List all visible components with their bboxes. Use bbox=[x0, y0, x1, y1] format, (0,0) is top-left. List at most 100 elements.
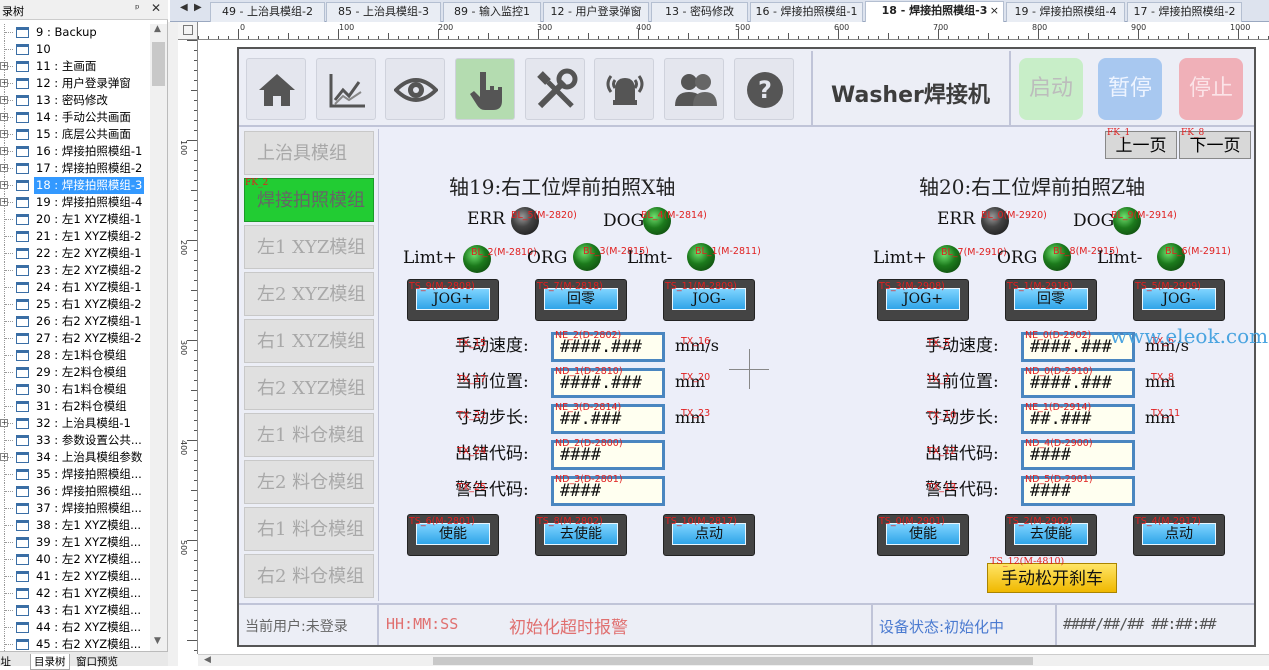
scroll-left-icon[interactable]: ◀ bbox=[204, 655, 211, 665]
scroll-down-icon[interactable]: ▼ bbox=[154, 636, 161, 646]
ruler-tick bbox=[418, 36, 419, 39]
menu-item[interactable]: 左2 XYZ模组 bbox=[244, 272, 374, 316]
pause-button[interactable]: 暂停 bbox=[1098, 58, 1162, 120]
home-icon bbox=[259, 74, 295, 106]
tree-item[interactable]: 43 : 右1 XYZ模组... bbox=[0, 602, 150, 619]
tree-item[interactable]: 27 : 右2 XYZ模组-2 bbox=[0, 330, 150, 347]
tree-scrollbar[interactable]: ▲ ▼ bbox=[150, 24, 167, 651]
tree-item[interactable]: 40 : 左2 XYZ模组... bbox=[0, 551, 150, 568]
expand-icon[interactable]: + bbox=[0, 79, 8, 87]
expand-icon[interactable]: + bbox=[0, 113, 8, 121]
eye-button[interactable] bbox=[385, 58, 445, 120]
tree-item[interactable]: 9 : Backup bbox=[0, 24, 150, 41]
menu-item[interactable]: FK_2 焊接拍照模组 bbox=[244, 178, 374, 222]
hscroll-thumb[interactable] bbox=[433, 657, 1033, 665]
menu-item[interactable]: 上治具模组 bbox=[244, 131, 374, 175]
alarm-button[interactable] bbox=[594, 58, 654, 120]
stop-button[interactable]: 停止 bbox=[1179, 58, 1243, 120]
document-tab[interactable]: 89 - 输入监控1 bbox=[443, 2, 541, 22]
expand-icon[interactable]: + bbox=[0, 181, 8, 189]
tree-item[interactable]: 20 : 左1 XYZ模组-1 bbox=[0, 211, 150, 228]
next-page-button[interactable]: FK_8 下一页 bbox=[1179, 128, 1251, 159]
tree-item[interactable]: +17 : 焊接拍照模组-2 bbox=[0, 160, 150, 177]
expand-icon[interactable]: + bbox=[0, 164, 8, 172]
menu-item[interactable]: 右2 料仓模组 bbox=[244, 554, 374, 598]
users-button[interactable] bbox=[664, 58, 724, 120]
expand-icon[interactable]: + bbox=[0, 453, 8, 461]
tree-item[interactable]: +12 : 用户登录弹窗 bbox=[0, 75, 150, 92]
release-brake-button[interactable]: TS_12(M-4810) 手动松开刹车 bbox=[987, 556, 1117, 593]
tree-item[interactable]: 42 : 右1 XYZ模组... bbox=[0, 585, 150, 602]
expand-icon[interactable]: + bbox=[0, 147, 8, 155]
home-button[interactable] bbox=[246, 58, 306, 120]
document-tab[interactable]: 49 - 上治具模组-2 bbox=[210, 2, 325, 22]
tree-item[interactable]: 10 bbox=[0, 41, 150, 58]
document-tab[interactable]: 13 - 密码修改 bbox=[651, 2, 748, 22]
tree-item[interactable]: 33 : 参数设置公共... bbox=[0, 432, 150, 449]
tree-item[interactable]: 35 : 焊接拍照模组... bbox=[0, 466, 150, 483]
tree-item[interactable]: 24 : 右1 XYZ模组-1 bbox=[0, 279, 150, 296]
menu-item[interactable]: 左2 料仓模组 bbox=[244, 460, 374, 504]
tab-directory-tree[interactable]: 目录树 bbox=[30, 654, 70, 670]
tab-address[interactable]: 地址 bbox=[0, 654, 11, 669]
menu-item[interactable]: 右1 XYZ模组 bbox=[244, 319, 374, 363]
tree-item[interactable]: 30 : 右1料仓模组 bbox=[0, 381, 150, 398]
tree-item[interactable]: 41 : 左2 XYZ模组... bbox=[0, 568, 150, 585]
tab-nav-left-icon[interactable]: ◀ bbox=[180, 2, 188, 13]
tab-window-preview[interactable]: 窗口预览 bbox=[76, 654, 118, 669]
tree-item[interactable]: 21 : 左1 XYZ模组-2 bbox=[0, 228, 150, 245]
tab-nav-right-icon[interactable]: ▶ bbox=[194, 2, 202, 13]
tree-item[interactable]: +15 : 底层公共画面 bbox=[0, 126, 150, 143]
scroll-thumb[interactable] bbox=[152, 42, 165, 86]
menu-item[interactable]: 右2 XYZ模组 bbox=[244, 366, 374, 410]
document-tab[interactable]: 17 - 焊接拍照模组-2 bbox=[1127, 2, 1242, 22]
tree-item[interactable]: 39 : 左1 XYZ模组... bbox=[0, 534, 150, 551]
expand-icon[interactable]: + bbox=[0, 130, 8, 138]
help-button[interactable]: ? bbox=[734, 58, 794, 120]
expand-icon[interactable]: + bbox=[0, 198, 8, 206]
tree-item[interactable]: 31 : 右2料仓模组 bbox=[0, 398, 150, 415]
tree-item[interactable]: 25 : 右1 XYZ模组-2 bbox=[0, 296, 150, 313]
expand-icon[interactable]: + bbox=[0, 419, 8, 427]
tree-item[interactable]: +19 : 焊接拍照模组-4 bbox=[0, 194, 150, 211]
tree-item[interactable]: +14 : 手动公共画面 bbox=[0, 109, 150, 126]
pin-icon[interactable]: ᵖ bbox=[135, 2, 147, 16]
tree-item[interactable]: 44 : 右2 XYZ模组... bbox=[0, 619, 150, 636]
tree-item[interactable]: 28 : 左1料仓模组 bbox=[0, 347, 150, 364]
close-icon[interactable]: ✕ bbox=[151, 1, 165, 17]
document-tab[interactable]: 12 - 用户登录弹窗 bbox=[543, 2, 649, 22]
tree-item[interactable]: 38 : 左1 XYZ模组... bbox=[0, 517, 150, 534]
tree-item[interactable]: +32 : 上治具模组-1 bbox=[0, 415, 150, 432]
tree-item[interactable]: 23 : 左2 XYZ模组-2 bbox=[0, 262, 150, 279]
expand-icon[interactable]: + bbox=[0, 62, 8, 70]
tools-button[interactable] bbox=[525, 58, 585, 120]
tree-item[interactable]: +18 : 焊接拍照模组-3 bbox=[0, 177, 150, 194]
tree-item[interactable]: 26 : 右2 XYZ模组-1 bbox=[0, 313, 150, 330]
touch-button[interactable] bbox=[455, 58, 515, 120]
tree-item[interactable]: 36 : 焊接拍照模组... bbox=[0, 483, 150, 500]
menu-item[interactable]: 左1 XYZ模组 bbox=[244, 225, 374, 269]
start-button[interactable]: 启动 bbox=[1019, 58, 1083, 120]
horizontal-scrollbar[interactable]: ◀ bbox=[198, 654, 1269, 666]
prev-page-button[interactable]: FK_1 上一页 bbox=[1105, 128, 1177, 159]
menu-item[interactable]: 左1 料仓模组 bbox=[244, 413, 374, 457]
tree-item[interactable]: 37 : 焊接拍照模组... bbox=[0, 500, 150, 517]
tree-item[interactable]: +11 : 主画面 bbox=[0, 58, 150, 75]
document-tab[interactable]: 16 - 焊接拍照模组-1 bbox=[750, 2, 863, 22]
ruler-tick bbox=[194, 280, 197, 281]
document-tab[interactable]: 18 - 焊接拍照模组-3 × bbox=[865, 1, 1004, 22]
tree-item[interactable]: 22 : 左2 XYZ模组-1 bbox=[0, 245, 150, 262]
scroll-up-icon[interactable]: ▲ bbox=[154, 24, 161, 34]
tree-item[interactable]: +13 : 密码修改 bbox=[0, 92, 150, 109]
document-tab[interactable]: 85 - 上治具模组-3 bbox=[326, 2, 441, 22]
tree-item[interactable]: +34 : 上治具模组参数 bbox=[0, 449, 150, 466]
menu-item[interactable]: 右1 料仓模组 bbox=[244, 507, 374, 551]
expand-icon[interactable]: + bbox=[0, 96, 8, 104]
document-tab[interactable]: 19 - 焊接拍照模组-4 bbox=[1006, 2, 1125, 22]
tree-list: 9 : Backup 10 +11 : 主画面 +12 : 用户登录弹窗 +13 : 密… bbox=[0, 24, 150, 651]
chart-button[interactable] bbox=[316, 58, 376, 120]
tree-item[interactable]: 29 : 左2料仓模组 bbox=[0, 364, 150, 381]
tab-close-icon[interactable]: × bbox=[990, 2, 999, 20]
tree-item[interactable]: +16 : 焊接拍照模组-1 bbox=[0, 143, 150, 160]
tree-item[interactable]: 45 : 右2 XYZ模组... bbox=[0, 636, 150, 651]
